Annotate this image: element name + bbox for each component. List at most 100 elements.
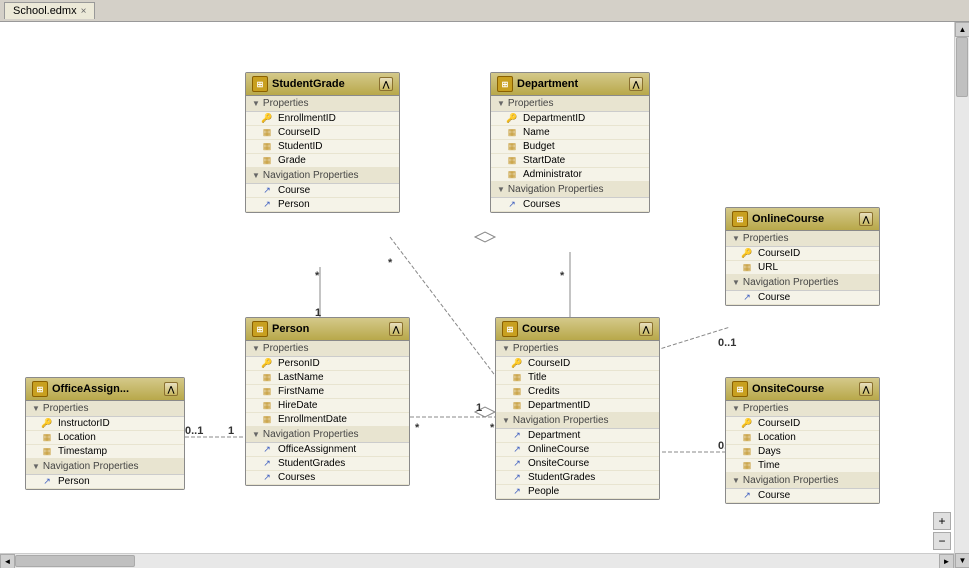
prop-location-oa: Location: [26, 431, 184, 445]
section-properties-studentgrade: ▼ Properties: [246, 96, 399, 112]
prop-timestamp: Timestamp: [26, 445, 184, 459]
prop-location-osc: Location: [726, 431, 879, 445]
prop-days: Days: [726, 445, 879, 459]
prop-hiredate: HireDate: [246, 399, 409, 413]
nav-onsitecourse-course: OnsiteCourse: [496, 457, 659, 471]
document-tab[interactable]: School.edmx ×: [4, 2, 95, 19]
entity-header-person: ⊞ Person ⋀: [246, 318, 409, 341]
entity-title-person: Person: [272, 323, 309, 335]
entity-studentgrade: ⊞ StudentGrade ⋀ ▼ Properties Enrollment…: [245, 72, 400, 213]
prop-administrator: Administrator: [491, 168, 649, 182]
section-nav-onsitecourse: ▼ Navigation Properties: [726, 473, 879, 489]
prop-grade: Grade: [246, 154, 399, 168]
nav-person-oa: Person: [26, 475, 184, 489]
prop-credits: Credits: [496, 385, 659, 399]
section-nav-person: ▼ Navigation Properties: [246, 427, 409, 443]
diagram-area: * 1 * 1 * * * 1 0..1 1 1 0..1 1 0..1 ⊞ S…: [0, 22, 969, 568]
tab-label: School.edmx: [13, 5, 77, 17]
entity-person: ⊞ Person ⋀ ▼ Properties PersonID LastNam…: [245, 317, 410, 486]
entity-icon-onlinecourse: ⊞: [732, 211, 748, 227]
entity-course: ⊞ Course ⋀ ▼ Properties CourseID Title C…: [495, 317, 660, 500]
prop-lastname: LastName: [246, 371, 409, 385]
section-properties-course: ▼ Properties: [496, 341, 659, 357]
prop-courseid-sg: CourseID: [246, 126, 399, 140]
entity-header-officeassign: ⊞ OfficeAssign... ⋀: [26, 378, 184, 401]
cardinality-label: *: [415, 422, 419, 434]
tab-close-button[interactable]: ×: [81, 6, 87, 17]
scroll-right-button[interactable]: ►: [939, 554, 954, 568]
prop-departmentid: DepartmentID: [491, 112, 649, 126]
nav-course-osc: Course: [726, 489, 879, 503]
section-properties-onsitecourse: ▼ Properties: [726, 401, 879, 417]
section-nav-course: ▼ Navigation Properties: [496, 413, 659, 429]
nav-officeassignment: OfficeAssignment: [246, 443, 409, 457]
collapse-person[interactable]: ⋀: [389, 322, 403, 336]
prop-departmentid-c: DepartmentID: [496, 399, 659, 413]
section-properties-onlinecourse: ▼ Properties: [726, 231, 879, 247]
collapse-onlinecourse[interactable]: ⋀: [859, 212, 873, 226]
prop-courseid-c: CourseID: [496, 357, 659, 371]
prop-startdate: StartDate: [491, 154, 649, 168]
zoom-in-button[interactable]: +: [933, 512, 951, 530]
entity-officeassign: ⊞ OfficeAssign... ⋀ ▼ Properties Instruc…: [25, 377, 185, 490]
nav-people-course: People: [496, 485, 659, 499]
section-properties-department: ▼ Properties: [491, 96, 649, 112]
main-window: School.edmx × * 1 * 1: [0, 0, 969, 568]
entity-onsitecourse: ⊞ OnsiteCourse ⋀ ▼ Properties CourseID L…: [725, 377, 880, 504]
entity-department: ⊞ Department ⋀ ▼ Properties DepartmentID…: [490, 72, 650, 213]
prop-enrollmentdate: EnrollmentDate: [246, 413, 409, 427]
entity-title-studentgrade: StudentGrade: [272, 78, 345, 90]
zoom-out-button[interactable]: −: [933, 532, 951, 550]
entity-icon-officeassign: ⊞: [32, 381, 48, 397]
nav-courses-dept: Courses: [491, 198, 649, 212]
cardinality-label: *: [388, 257, 392, 269]
section-properties-person: ▼ Properties: [246, 341, 409, 357]
entity-onlinecourse: ⊞ OnlineCourse ⋀ ▼ Properties CourseID U…: [725, 207, 880, 306]
entity-header-course: ⊞ Course ⋀: [496, 318, 659, 341]
entity-header-onsitecourse: ⊞ OnsiteCourse ⋀: [726, 378, 879, 401]
prop-name: Name: [491, 126, 649, 140]
nav-department-course: Department: [496, 429, 659, 443]
scroll-up-button[interactable]: ▲: [955, 22, 969, 37]
nav-course-oc: Course: [726, 291, 879, 305]
prop-budget: Budget: [491, 140, 649, 154]
entity-icon-person: ⊞: [252, 321, 268, 337]
scroll-left-button[interactable]: ◄: [0, 554, 15, 568]
section-nav-onlinecourse: ▼ Navigation Properties: [726, 275, 879, 291]
prop-studentid: StudentID: [246, 140, 399, 154]
scroll-thumb-horizontal[interactable]: [15, 555, 135, 567]
entity-header-onlinecourse: ⊞ OnlineCourse ⋀: [726, 208, 879, 231]
entity-icon-onsitecourse: ⊞: [732, 381, 748, 397]
scroll-thumb-vertical[interactable]: [956, 37, 968, 97]
section-properties-officeassign: ▼ Properties: [26, 401, 184, 417]
section-nav-department: ▼ Navigation Properties: [491, 182, 649, 198]
section-nav-officeassign: ▼ Navigation Properties: [26, 459, 184, 475]
cardinality-label: *: [490, 422, 494, 434]
scrollbar-vertical[interactable]: ▲ ▼: [954, 22, 969, 568]
zoom-controls: + −: [933, 512, 951, 550]
cardinality-label: 0..1: [185, 425, 203, 437]
entity-title-officeassign: OfficeAssign...: [52, 383, 129, 395]
cardinality-label: *: [560, 270, 564, 282]
cardinality-label: *: [315, 270, 319, 282]
collapse-department[interactable]: ⋀: [629, 77, 643, 91]
cardinality-label: 0..1: [718, 337, 736, 349]
cardinality-label: 1: [476, 402, 482, 414]
entity-title-onlinecourse: OnlineCourse: [752, 213, 824, 225]
collapse-course[interactable]: ⋀: [639, 322, 653, 336]
title-bar: School.edmx ×: [0, 0, 969, 22]
collapse-onsitecourse[interactable]: ⋀: [859, 382, 873, 396]
scroll-down-button[interactable]: ▼: [955, 553, 969, 568]
nav-onlinecourse-course: OnlineCourse: [496, 443, 659, 457]
scrollbar-horizontal[interactable]: ◄ ►: [0, 553, 954, 568]
prop-courseid-osc: CourseID: [726, 417, 879, 431]
entity-title-department: Department: [517, 78, 578, 90]
collapse-studentgrade[interactable]: ⋀: [379, 77, 393, 91]
nav-studentgrades-person: StudentGrades: [246, 457, 409, 471]
entity-title-course: Course: [522, 323, 560, 335]
prop-title: Title: [496, 371, 659, 385]
prop-personid: PersonID: [246, 357, 409, 371]
collapse-officeassign[interactable]: ⋀: [164, 382, 178, 396]
nav-person-sg: Person: [246, 198, 399, 212]
entity-icon-course: ⊞: [502, 321, 518, 337]
